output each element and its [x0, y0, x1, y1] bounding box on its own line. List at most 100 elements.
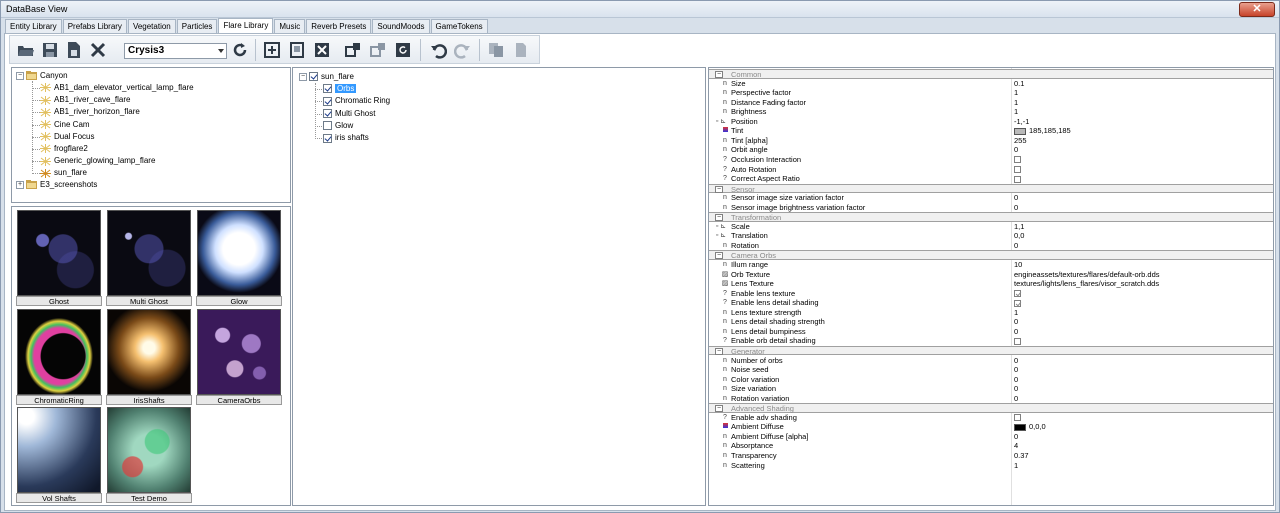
property-value[interactable]: 0	[1014, 327, 1018, 336]
category-generator[interactable]: − Generator	[709, 345, 1273, 356]
element-enable-checkbox[interactable]	[323, 133, 332, 143]
level-combo[interactable]: Crysis3	[124, 43, 227, 59]
collapse-icon[interactable]: −	[715, 252, 723, 260]
collapse-icon[interactable]: −	[299, 72, 307, 81]
collapse-icon[interactable]: −	[715, 214, 723, 222]
property-absorptance[interactable]: n Absorptance 4	[709, 441, 1273, 451]
property-value-cell[interactable]	[1014, 165, 1021, 175]
tree-root-e3-screenshots[interactable]: + E3_screenshots	[16, 179, 97, 191]
property-value[interactable]: 1,1	[1014, 222, 1024, 231]
library-item[interactable]: Cine Cam	[40, 119, 90, 131]
tab-flare-library[interactable]: Flare Library	[218, 18, 274, 33]
property-value-cell[interactable]: 1,1	[1014, 222, 1024, 232]
property-value-cell[interactable]	[1014, 413, 1021, 423]
property-checkbox[interactable]	[1014, 290, 1021, 298]
tab-prefabs-library[interactable]: Prefabs Library	[62, 19, 127, 33]
property-value[interactable]: -1,-1	[1014, 117, 1029, 126]
property-value[interactable]: 255	[1014, 136, 1027, 145]
property-rotation-variation[interactable]: n Rotation variation 0	[709, 394, 1273, 404]
property-value-cell[interactable]: 0.1	[1014, 79, 1024, 89]
property-scale[interactable]: ▫ ⊾ Scale 1,1	[709, 222, 1273, 232]
category-sensor[interactable]: − Sensor	[709, 183, 1273, 194]
element-enable-checkbox[interactable]	[323, 121, 332, 131]
property-value-cell[interactable]	[1014, 298, 1021, 308]
property-correct-aspect-ratio[interactable]: ? Correct Aspect Ratio	[709, 174, 1273, 184]
library-item[interactable]: sun_flare	[40, 167, 87, 179]
property-value[interactable]: 185,185,185	[1029, 126, 1071, 135]
property-value[interactable]: 0	[1014, 356, 1018, 365]
property-value[interactable]: textures/lights/lens_flares/visor_scratc…	[1014, 279, 1159, 288]
property-value[interactable]: 0	[1014, 384, 1018, 393]
property-value-cell[interactable]: 1	[1014, 308, 1018, 318]
assign-to-selection-button[interactable]	[343, 40, 363, 60]
thumbnail-multi-ghost[interactable]: Multi Ghost	[106, 209, 192, 306]
property-value-cell[interactable]: 0	[1014, 384, 1018, 394]
paste-button[interactable]	[511, 40, 531, 60]
flare-element-iris-shafts[interactable]: iris shafts	[323, 132, 369, 144]
flare-root[interactable]: − sun_flare	[299, 71, 354, 83]
property-value[interactable]: 0.37	[1014, 451, 1029, 460]
tab-particles[interactable]: Particles	[176, 19, 218, 33]
delete-library-button[interactable]	[88, 40, 108, 60]
tree-root-canyon[interactable]: − Canyon	[16, 70, 68, 82]
property-value-cell[interactable]: 0	[1014, 394, 1018, 404]
thumbnail-vol-shafts[interactable]: Vol Shafts	[16, 406, 102, 503]
property-tint-alpha[interactable]: n Tint [alpha] 255	[709, 136, 1273, 146]
tab-soundmoods[interactable]: SoundMoods	[372, 19, 430, 33]
clone-item-button[interactable]	[287, 40, 307, 60]
property-value[interactable]: 0	[1014, 375, 1018, 384]
thumbnail-irisshafts[interactable]: IrisShafts	[106, 308, 192, 405]
property-enable-orb-detail-shading[interactable]: ? Enable orb detail shading	[709, 336, 1273, 346]
property-checkbox[interactable]	[1014, 156, 1021, 164]
category-advanced-shading[interactable]: − Advanced Shading	[709, 403, 1273, 413]
remove-item-button[interactable]	[312, 40, 332, 60]
property-distance-fading-factor[interactable]: n Distance Fading factor 1	[709, 98, 1273, 108]
property-value[interactable]: 1	[1014, 308, 1018, 317]
property-value[interactable]: 0	[1014, 394, 1018, 403]
property-value-cell[interactable]: 0	[1014, 145, 1018, 155]
property-value-cell[interactable]: 0	[1014, 356, 1018, 366]
property-value[interactable]: 0.1	[1014, 79, 1024, 88]
property-checkbox[interactable]	[1014, 175, 1021, 183]
tab-gametokens[interactable]: GameTokens	[430, 19, 488, 33]
property-color-variation[interactable]: n Color variation 0	[709, 375, 1273, 385]
library-item[interactable]: AB1_river_horizon_flare	[40, 106, 140, 118]
property-position[interactable]: ▫ ⊾ Position -1,-1	[709, 117, 1273, 127]
flare-root-checkbox[interactable]	[309, 72, 318, 82]
element-enable-checkbox[interactable]	[323, 84, 332, 94]
element-enable-checkbox[interactable]	[323, 108, 332, 118]
open-folder-button[interactable]	[16, 40, 36, 60]
property-enable-lens-detail-shading[interactable]: ? Enable lens detail shading	[709, 298, 1273, 308]
property-value-cell[interactable]: textures/lights/lens_flares/visor_scratc…	[1014, 279, 1159, 289]
expand-icon[interactable]: +	[16, 180, 24, 189]
reload-items-button[interactable]	[393, 40, 413, 60]
color-swatch[interactable]	[1014, 423, 1026, 431]
property-value[interactable]: 4	[1014, 441, 1018, 450]
copy-button[interactable]	[486, 40, 506, 60]
library-item[interactable]: AB1_dam_elevator_vertical_lamp_flare	[40, 82, 194, 94]
property-value[interactable]: 0	[1014, 193, 1018, 202]
tab-entity-library[interactable]: Entity Library	[5, 19, 62, 33]
property-value-cell[interactable]: 0.37	[1014, 451, 1029, 461]
property-value-cell[interactable]: 1	[1014, 107, 1018, 117]
property-value[interactable]: 0	[1014, 317, 1018, 326]
property-value-cell[interactable]: 0,0,0	[1014, 422, 1046, 432]
property-size[interactable]: n Size 0.1	[709, 79, 1273, 89]
property-value-cell[interactable]: 10	[1014, 260, 1022, 270]
property-value[interactable]: 0,0	[1014, 231, 1024, 240]
undo-button[interactable]	[428, 40, 448, 60]
property-orbit-angle[interactable]: n Orbit angle 0	[709, 145, 1273, 155]
library-item[interactable]: frogflare2	[40, 143, 88, 155]
property-size-variation[interactable]: n Size variation 0	[709, 384, 1273, 394]
tab-music[interactable]: Music	[274, 19, 306, 33]
property-lens-detail-bumpiness[interactable]: n Lens detail bumpiness 0	[709, 327, 1273, 337]
property-value-cell[interactable]: 255	[1014, 136, 1027, 146]
property-number-of-orbs[interactable]: n Number of orbs 0	[709, 356, 1273, 366]
property-value[interactable]: 1	[1014, 98, 1018, 107]
property-ambient-diffuse[interactable]: Ambient Diffuse 0,0,0	[709, 422, 1273, 432]
property-value-cell[interactable]: 0	[1014, 432, 1018, 442]
property-enable-lens-texture[interactable]: ? Enable lens texture	[709, 289, 1273, 299]
element-enable-checkbox[interactable]	[323, 96, 332, 106]
property-illum-range[interactable]: n Illum range 10	[709, 260, 1273, 270]
collapse-icon[interactable]: −	[715, 185, 723, 193]
